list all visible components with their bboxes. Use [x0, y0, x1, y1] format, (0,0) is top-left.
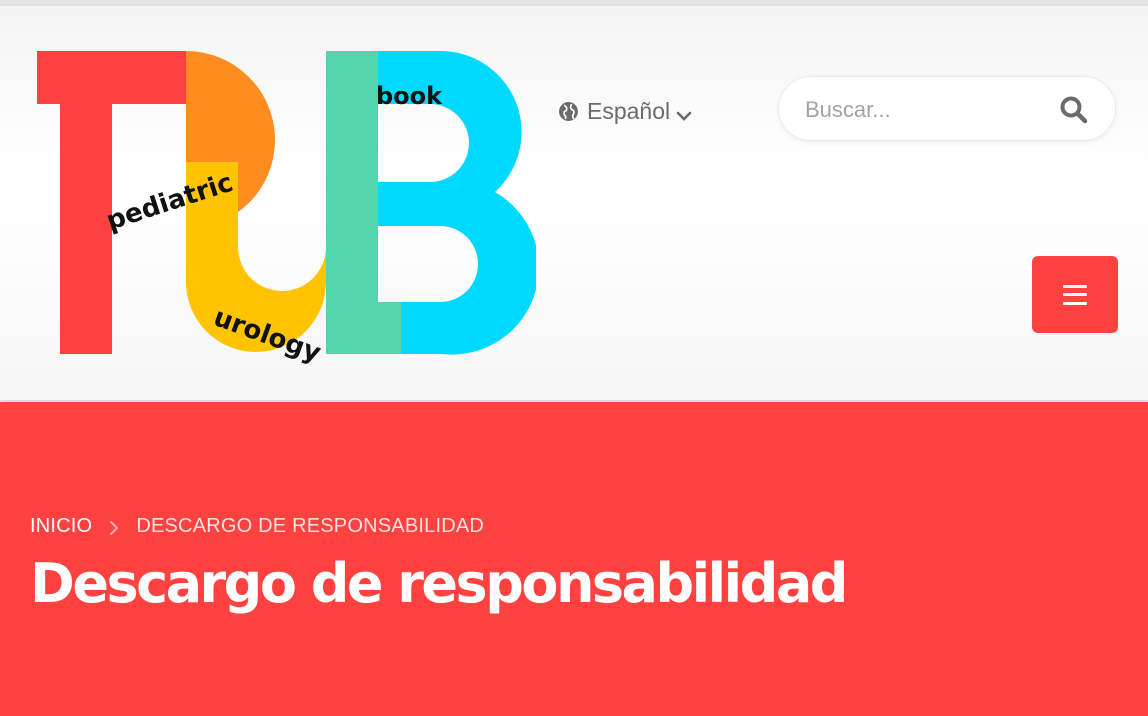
globe-icon	[558, 101, 579, 122]
hamburger-icon	[1063, 284, 1087, 305]
logo-word-book: book	[376, 82, 443, 110]
search-icon[interactable]	[1059, 95, 1089, 125]
site-header: book pediatric urology Español	[0, 6, 1148, 400]
search-box	[778, 76, 1116, 141]
pub-logo-graphic: book pediatric urology	[37, 50, 539, 369]
breadcrumb-home-link[interactable]: INICIO	[30, 515, 92, 538]
breadcrumb: INICIO DESCARGO DE RESPONSABILIDAD	[30, 515, 484, 538]
breadcrumb-current: DESCARGO DE RESPONSABILIDAD	[136, 515, 485, 537]
site-logo[interactable]: book pediatric urology	[30, 42, 539, 372]
language-label: Español	[587, 97, 671, 124]
language-selector[interactable]: Español	[558, 94, 692, 128]
page-hero: INICIO DESCARGO DE RESPONSABILIDAD Desca…	[0, 402, 1148, 716]
chevron-right-icon	[106, 519, 122, 535]
page-title: Descargo de responsabilidad	[30, 552, 848, 615]
menu-button[interactable]	[1032, 256, 1118, 333]
search-input[interactable]	[803, 89, 1047, 131]
chevron-down-icon	[676, 103, 692, 121]
